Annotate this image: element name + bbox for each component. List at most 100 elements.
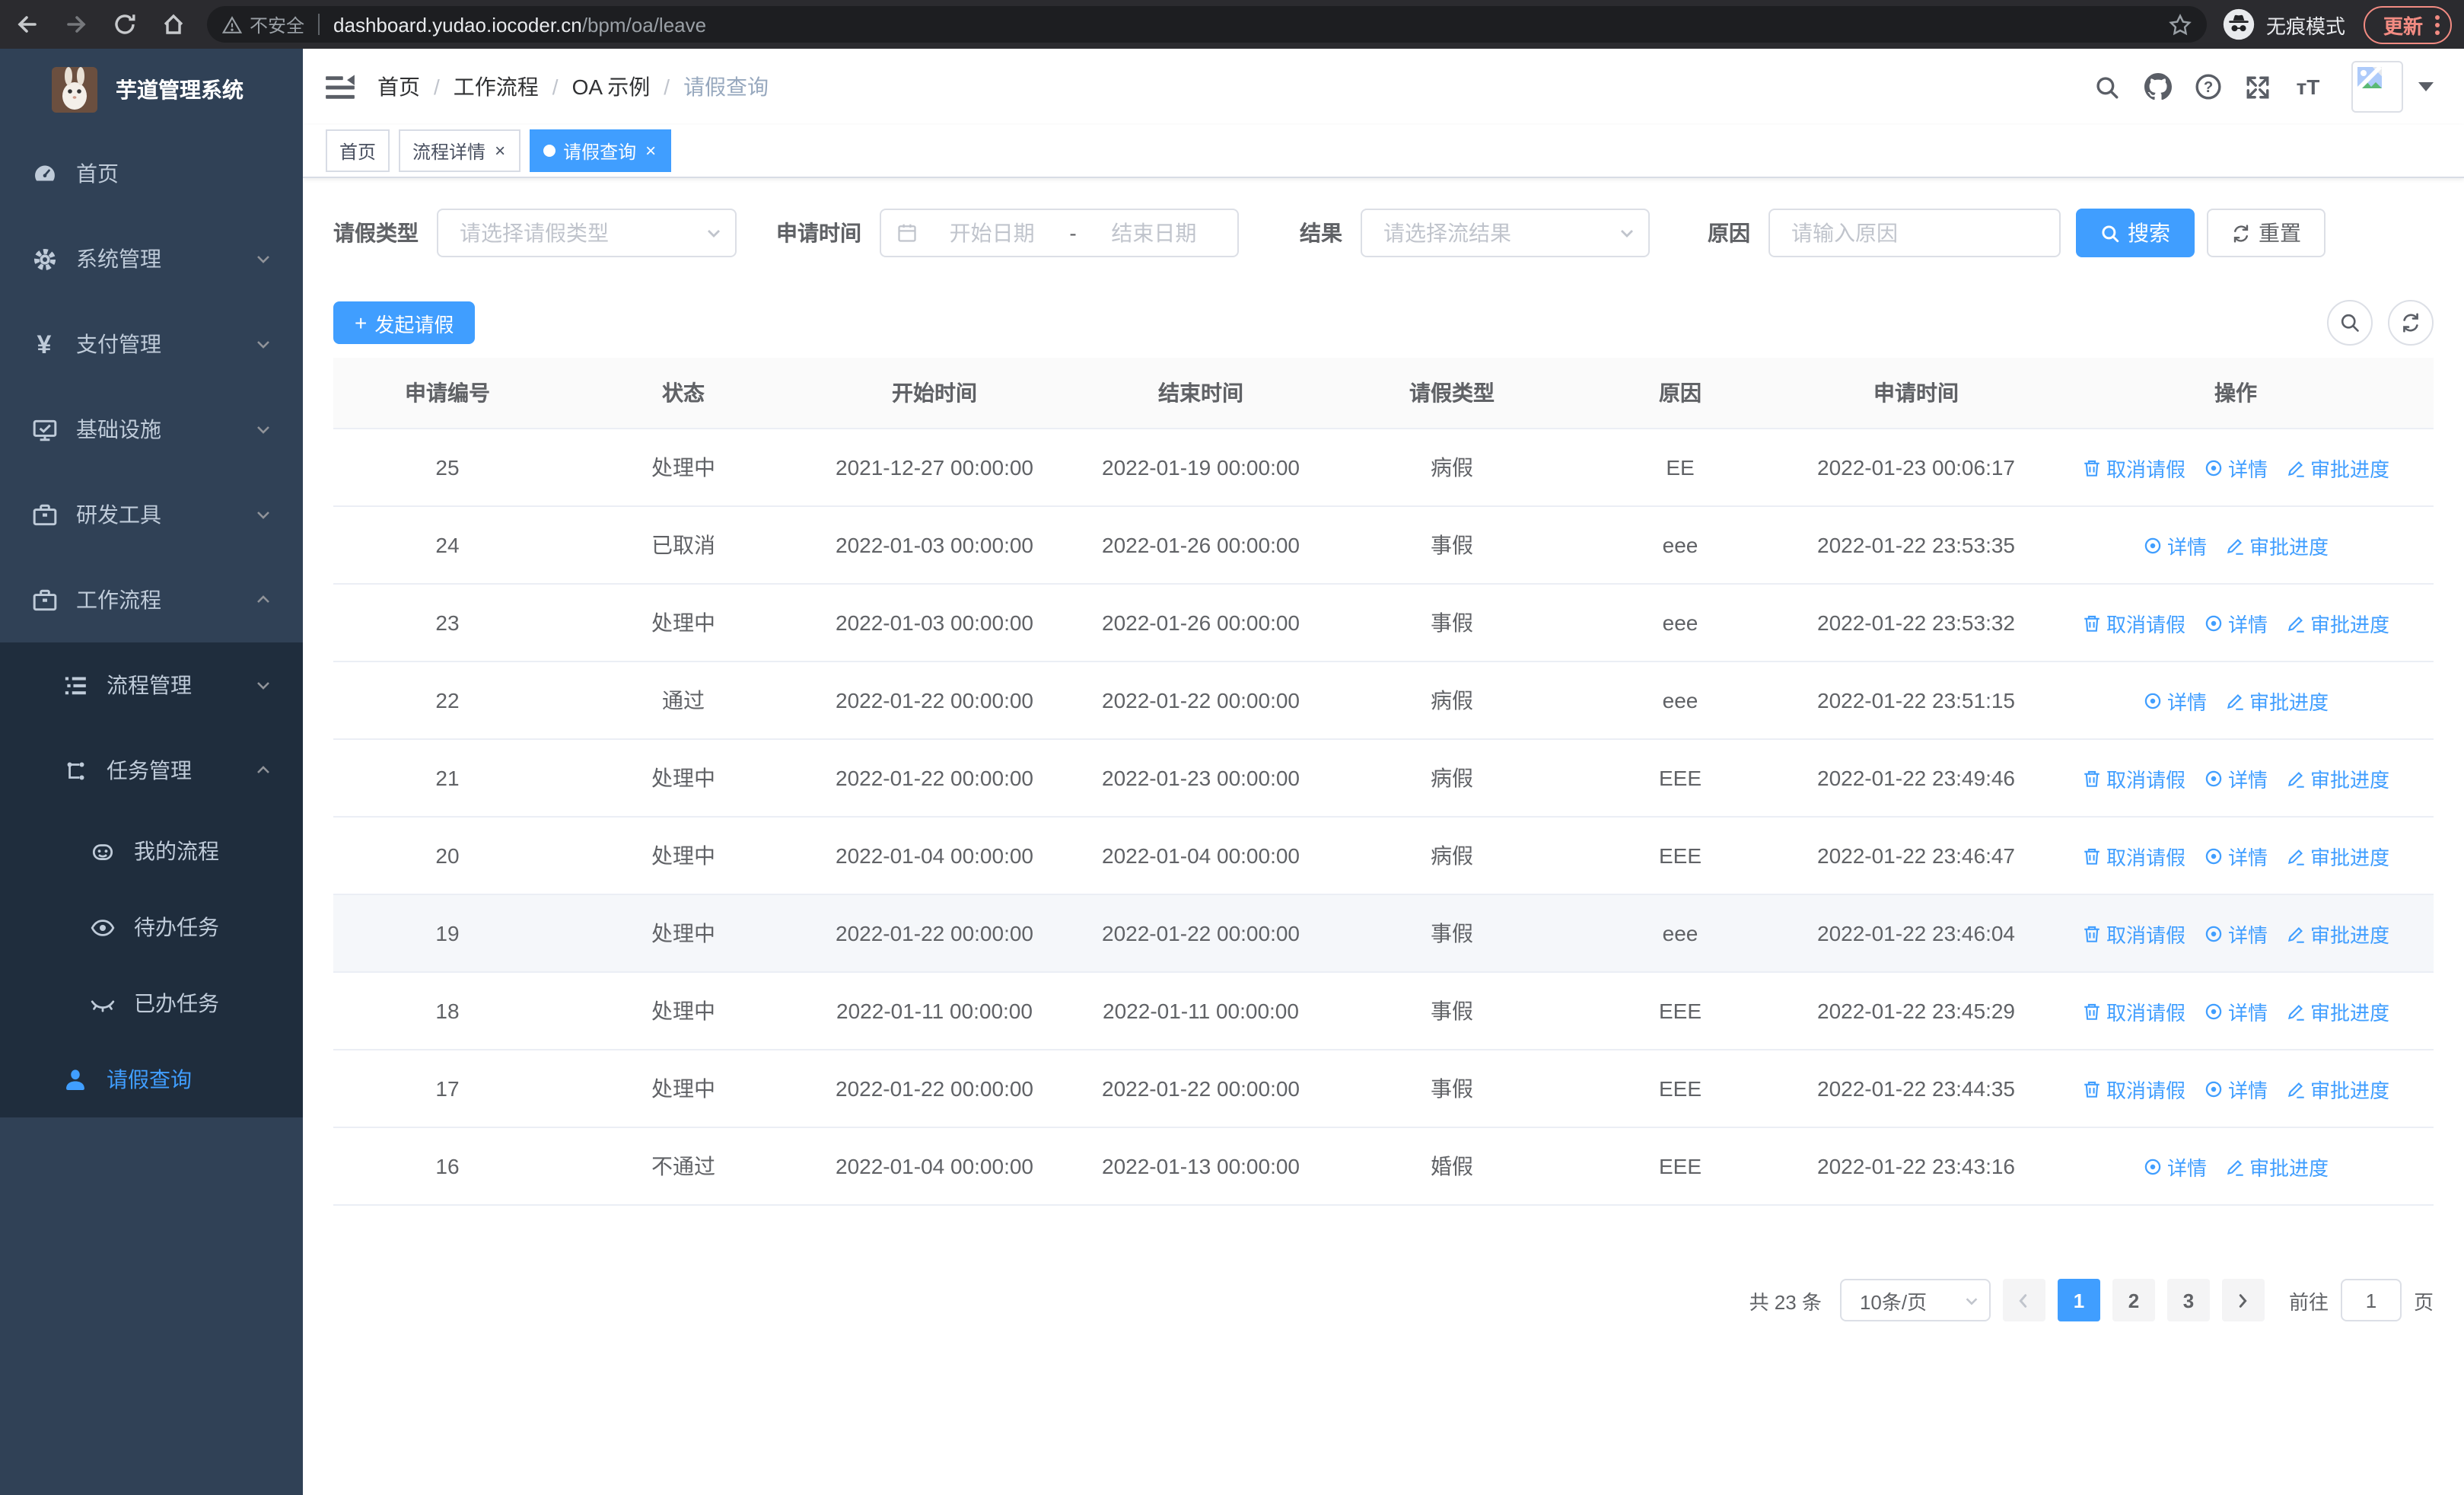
sidebar-item-infrastructure[interactable]: 基础设施 (0, 387, 303, 472)
cell-type: 事假 (1338, 506, 1566, 585)
approval-progress-link[interactable]: 审批进度 (2286, 453, 2389, 482)
detail-link[interactable]: 详情 (2204, 919, 2268, 948)
sidebar-item-todo-tasks[interactable]: 待办任务 (0, 889, 303, 965)
reason-input[interactable] (1788, 219, 2041, 247)
sidebar-item-done-tasks[interactable]: 已办任务 (0, 965, 303, 1041)
font-size-icon[interactable]: тT (2283, 49, 2333, 125)
fullscreen-icon[interactable] (2233, 49, 2283, 125)
view-icon (2204, 1079, 2224, 1098)
detail-link[interactable]: 详情 (2204, 453, 2268, 482)
approval-progress-link[interactable]: 审批进度 (2286, 841, 2389, 870)
gear-icon (30, 246, 58, 272)
detail-link[interactable]: 详情 (2204, 608, 2268, 637)
address-bar[interactable]: 不安全 dashboard.yudao.iocoder.cn/bpm/oa/le… (207, 6, 2207, 43)
approval-progress-link[interactable]: 审批进度 (2286, 996, 2389, 1025)
browser-menu-icon[interactable] (2435, 14, 2440, 34)
help-icon[interactable]: ? (2182, 49, 2233, 125)
sidebar-item-my-process[interactable]: 我的流程 (0, 813, 303, 889)
leave-type-select[interactable] (437, 209, 737, 257)
approval-progress-link[interactable]: 审批进度 (2286, 608, 2389, 637)
cell-id: 22 (333, 661, 562, 740)
detail-link[interactable]: 详情 (2143, 686, 2207, 715)
tab-首页[interactable]: 首页 (326, 129, 390, 172)
result-select[interactable] (1361, 209, 1650, 257)
sidebar-item-leave-query[interactable]: 请假查询 (0, 1041, 303, 1117)
sidebar-item-system-mgmt[interactable]: 系统管理 (0, 216, 303, 301)
browser-toolbar: 不安全 dashboard.yudao.iocoder.cn/bpm/oa/le… (0, 0, 2464, 49)
sidebar-fold-button[interactable] (303, 49, 377, 125)
table-tools (2327, 300, 2434, 346)
next-page-button[interactable] (2221, 1279, 2265, 1321)
table-search-toggle-icon[interactable] (2327, 300, 2373, 346)
github-icon[interactable] (2132, 49, 2182, 125)
action-label: 详情 (2166, 690, 2207, 713)
table-row: 17 处理中 2022-01-22 00:00:00 2022-01-22 00:00… (333, 1050, 2434, 1128)
pen-icon (2225, 1156, 2245, 1176)
tab-请假查询[interactable]: 请假查询 × (530, 129, 672, 172)
breadcrumb-item[interactable]: OA 示例 (572, 72, 651, 102)
close-icon[interactable]: × (644, 142, 657, 160)
user-avatar-wrap[interactable] (2351, 61, 2452, 113)
browser-forward-icon[interactable] (55, 3, 97, 46)
detail-link[interactable]: 详情 (2204, 841, 2268, 870)
sidebar-item-workflow[interactable]: 工作流程 (0, 557, 303, 642)
page-number-button[interactable]: 3 (2166, 1279, 2210, 1321)
end-date-input[interactable] (1085, 219, 1223, 247)
goto-page-input[interactable] (2340, 1279, 2402, 1321)
tab-流程详情[interactable]: 流程详情 × (399, 129, 521, 172)
action-label: 取消请假 (2106, 613, 2185, 636)
breadcrumb-item[interactable]: 工作流程 (454, 72, 539, 102)
approval-progress-link[interactable]: 审批进度 (2286, 919, 2389, 948)
breadcrumb-item[interactable]: 首页 (377, 72, 420, 102)
detail-link[interactable]: 详情 (2143, 531, 2207, 559)
browser-update-button[interactable]: 更新 (2363, 5, 2452, 43)
page-size-select[interactable] (1839, 1279, 1991, 1321)
result-select-input[interactable] (1380, 219, 1618, 247)
bookmark-star-icon[interactable] (2169, 13, 2192, 36)
pagination: 共 23 条 123 前往 页 (333, 1279, 2434, 1321)
approval-progress-link[interactable]: 审批进度 (2286, 763, 2389, 792)
sidebar-item-dev-tools[interactable]: 研发工具 (0, 472, 303, 557)
header-search-icon[interactable] (2082, 49, 2132, 125)
cancel-leave-link[interactable]: 取消请假 (2082, 453, 2185, 482)
detail-link[interactable]: 详情 (2143, 1152, 2207, 1181)
detail-link[interactable]: 详情 (2204, 996, 2268, 1025)
action-label: 详情 (2166, 535, 2207, 558)
close-icon[interactable]: × (493, 142, 507, 160)
approval-progress-link[interactable]: 审批进度 (2225, 531, 2329, 559)
browser-reload-icon[interactable] (103, 3, 146, 46)
sidebar-item-payment-mgmt[interactable]: ¥ 支付管理 (0, 301, 303, 387)
cancel-leave-link[interactable]: 取消请假 (2082, 1074, 2185, 1103)
detail-link[interactable]: 详情 (2204, 763, 2268, 792)
apply-time-range-picker[interactable]: - (880, 209, 1239, 257)
search-button[interactable]: 搜索 (2076, 209, 2195, 257)
action-label: 取消请假 (2106, 1079, 2185, 1101)
leave-type-select-input[interactable] (457, 219, 705, 247)
approval-progress-link[interactable]: 审批进度 (2225, 1152, 2329, 1181)
detail-link[interactable]: 详情 (2204, 1074, 2268, 1103)
cancel-leave-link[interactable]: 取消请假 (2082, 996, 2185, 1025)
app-logo-row[interactable]: 芋道管理系统 (0, 49, 303, 131)
table-refresh-icon[interactable] (2388, 300, 2434, 346)
cell-id: 18 (333, 972, 562, 1050)
cancel-leave-link[interactable]: 取消请假 (2082, 841, 2185, 870)
browser-back-icon[interactable] (6, 3, 49, 46)
approval-progress-link[interactable]: 审批进度 (2286, 1074, 2389, 1103)
page-number-button[interactable]: 1 (2057, 1279, 2100, 1321)
reset-button[interactable]: 重置 (2207, 209, 2326, 257)
cancel-leave-link[interactable]: 取消请假 (2082, 763, 2185, 792)
sidebar-item-process-mgmt[interactable]: 流程管理 (0, 642, 303, 728)
start-date-input[interactable] (924, 219, 1061, 247)
create-leave-button[interactable]: + 发起请假 (333, 301, 476, 344)
sidebar-item-task-mgmt[interactable]: 任务管理 (0, 728, 303, 813)
prev-page-button[interactable] (2002, 1279, 2045, 1321)
chevron-down-icon (254, 505, 272, 524)
sidebar-item-home[interactable]: 首页 (0, 131, 303, 216)
browser-home-icon[interactable] (152, 3, 195, 46)
cancel-leave-link[interactable]: 取消请假 (2082, 608, 2185, 637)
cancel-leave-link[interactable]: 取消请假 (2082, 919, 2185, 948)
page-size-value[interactable] (1856, 1287, 1963, 1313)
cell-end: 2022-01-19 00:00:00 (1064, 429, 1338, 507)
page-number-button[interactable]: 2 (2112, 1279, 2155, 1321)
approval-progress-link[interactable]: 审批进度 (2225, 686, 2329, 715)
